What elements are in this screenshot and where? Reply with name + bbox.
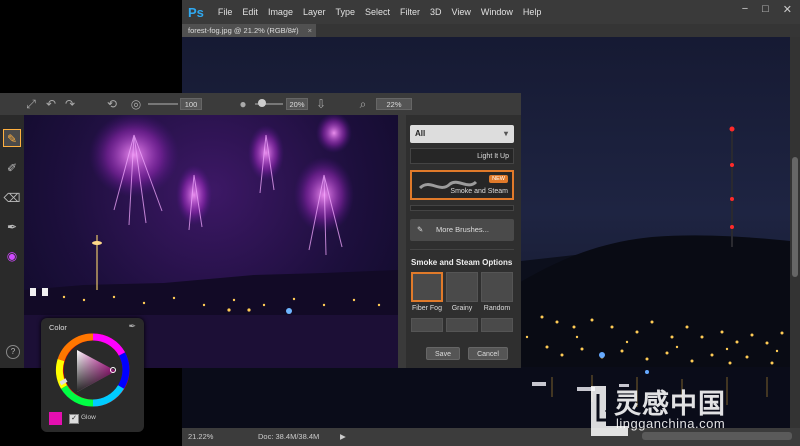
menu-filter[interactable]: Filter xyxy=(400,7,420,17)
softness-icon: ● xyxy=(239,97,247,111)
option-label-random: Random xyxy=(483,305,511,312)
option-fiber-fog[interactable] xyxy=(411,272,443,302)
options-title: Smoke and Steam Options xyxy=(411,258,513,267)
menu-file[interactable]: File xyxy=(218,7,233,17)
eyedropper-icon[interactable]: ✒ xyxy=(128,321,136,332)
option-thumb[interactable] xyxy=(446,318,478,332)
brush-tool-icon[interactable]: ✎ xyxy=(3,129,21,147)
color-wheel-icon[interactable]: ◉ xyxy=(3,247,21,265)
size-slider[interactable] xyxy=(148,103,178,105)
firework-burst xyxy=(248,125,284,181)
current-color-swatch[interactable] xyxy=(49,412,62,425)
brush-next[interactable] xyxy=(410,205,514,211)
doc-size-readout: Doc: 38.4M/38.4M xyxy=(258,432,320,441)
painting-blue-light xyxy=(286,308,292,314)
flow-field[interactable]: 20% xyxy=(286,98,308,110)
smoke-stroke-preview xyxy=(418,180,478,190)
option-label-grainy: Grainy xyxy=(451,305,473,312)
menu-edit[interactable]: Edit xyxy=(242,7,258,17)
more-brushes-label: More Brushes... xyxy=(436,225,489,234)
brush-filter-value: All xyxy=(415,129,426,138)
save-button[interactable]: Save xyxy=(426,347,460,360)
plugin-toolbar: ⤢ ↶ ↷ ⟲ ◎ 100 ● 20% ⇩ ⌕ 22% xyxy=(0,93,521,116)
chevron-down-icon: ▾ xyxy=(503,129,508,138)
brush-smoke-and-steam[interactable]: NEW Smoke and Steam xyxy=(410,170,514,200)
document-tab-bar: forest-fog.jpg @ 21.2% (RGB/8#) × xyxy=(182,24,800,37)
eyedropper-tool-icon[interactable]: ✒ xyxy=(3,218,21,236)
fit-screen-icon[interactable]: ⤢ xyxy=(24,97,38,111)
eraser-tool-icon[interactable]: ⌫ xyxy=(3,189,21,207)
firework-burst xyxy=(176,165,212,225)
color-wheel[interactable] xyxy=(41,332,144,412)
option-thumb[interactable] xyxy=(481,318,513,332)
close-icon[interactable]: ✕ xyxy=(783,3,792,16)
brush-label: Light It Up xyxy=(477,153,509,160)
menu-help[interactable]: Help xyxy=(523,7,542,17)
pressure-icon[interactable]: ⇩ xyxy=(314,97,328,111)
size-field[interactable]: 100 xyxy=(180,98,202,110)
menu-layer[interactable]: Layer xyxy=(303,7,326,17)
zoom-icon[interactable]: ⌕ xyxy=(356,97,370,111)
document-tab[interactable]: forest-fog.jpg @ 21.2% (RGB/8#) × xyxy=(182,24,316,37)
help-icon[interactable]: ? xyxy=(6,345,20,359)
minimize-icon[interactable]: − xyxy=(742,3,748,16)
menu-3d[interactable]: 3D xyxy=(430,7,442,17)
brush-size-icon: ◎ xyxy=(130,97,142,111)
photoshop-logo: Ps xyxy=(188,4,204,20)
smudge-tool-icon[interactable]: ✐ xyxy=(3,159,21,177)
option-thumb[interactable] xyxy=(411,318,443,332)
brush-light-it-up[interactable]: Light It Up xyxy=(410,148,514,164)
menu-image[interactable]: Image xyxy=(268,7,293,17)
status-arrow-icon[interactable]: ▶ xyxy=(340,428,346,446)
tool-strip: ✎ ✐ ⌫ ✒ ◉ ? xyxy=(0,115,24,368)
color-panel-title: Color xyxy=(49,323,67,332)
zoom-field[interactable]: 22% xyxy=(376,98,412,110)
document-tab-title: forest-fog.jpg @ 21.2% (RGB/8#) xyxy=(188,26,299,35)
firework-burst xyxy=(316,115,352,153)
menu-items: File Edit Image Layer Type Select Filter… xyxy=(218,7,542,17)
rotate-icon[interactable]: ⟲ xyxy=(105,97,119,111)
tower-light xyxy=(730,225,734,229)
right-hillside xyxy=(512,235,800,367)
tower-light xyxy=(729,126,735,132)
redo-icon[interactable]: ↷ xyxy=(63,97,77,111)
option-grainy[interactable] xyxy=(446,272,478,302)
color-panel: Color ✒ ✓ Glow xyxy=(41,318,144,432)
zoom-readout[interactable]: 21.22% xyxy=(188,428,213,446)
tower-light xyxy=(730,163,734,167)
maximize-icon[interactable]: □ xyxy=(762,3,769,16)
menu-view[interactable]: View xyxy=(452,7,471,17)
tower-light xyxy=(730,197,734,201)
divider xyxy=(410,249,514,250)
scrollbar-thumb[interactable] xyxy=(792,157,798,277)
brush-filter-dropdown[interactable]: All ▾ xyxy=(410,125,514,143)
option-random[interactable] xyxy=(481,272,513,302)
menu-window[interactable]: Window xyxy=(481,7,513,17)
menu-bar: Ps File Edit Image Layer Type Select Fil… xyxy=(182,0,800,24)
firework-burst xyxy=(89,115,179,197)
space-needle-top xyxy=(92,241,102,245)
menu-type[interactable]: Type xyxy=(335,7,355,17)
cancel-button[interactable]: Cancel xyxy=(468,347,508,360)
canvas-scrollbar[interactable] xyxy=(398,115,406,368)
tab-close-icon[interactable]: × xyxy=(308,24,312,37)
option-label-fiber-fog: Fiber Fog xyxy=(412,305,442,312)
watermark-url: lingganchina.com xyxy=(616,416,726,431)
window-controls: − □ ✕ xyxy=(742,3,792,16)
undo-icon[interactable]: ↶ xyxy=(44,97,58,111)
brush-panel: All ▾ Light It Up NEW Smoke and Steam ✎ … xyxy=(406,115,521,368)
glow-label: Glow xyxy=(81,414,96,421)
vertical-scrollbar[interactable] xyxy=(790,37,800,428)
flow-slider-knob[interactable] xyxy=(258,99,266,107)
more-brushes-button[interactable]: ✎ More Brushes... xyxy=(410,219,514,241)
brush-icon: ✎ xyxy=(417,225,424,234)
menu-select[interactable]: Select xyxy=(365,7,390,17)
glow-checkbox[interactable]: ✓ xyxy=(69,414,79,424)
new-badge: NEW xyxy=(489,175,508,183)
